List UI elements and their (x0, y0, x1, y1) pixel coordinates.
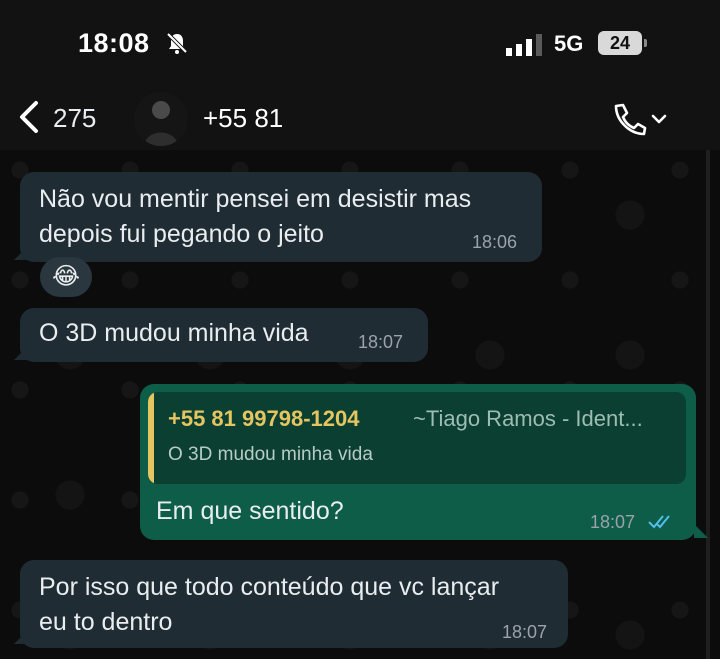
phone-icon[interactable] (610, 102, 668, 136)
battery-level: 24 (598, 31, 642, 55)
message-bubble-incoming[interactable]: O 3D mudou minha vida 18:07 (20, 308, 428, 362)
chevron-down-icon (651, 114, 667, 124)
avatar[interactable] (134, 92, 188, 146)
avatar-silhouette-icon (144, 101, 178, 146)
quote-author: +55 81 99798-1204 (168, 406, 360, 431)
scrollbar[interactable] (706, 150, 710, 659)
back-unread-count[interactable]: 275 (53, 103, 96, 134)
chat-header: 275 +55 81 (0, 90, 720, 150)
message-line: Em que sentido? (156, 497, 344, 525)
battery-tip (644, 39, 647, 47)
message-time: 18:06 (472, 232, 518, 252)
read-ticks-icon (648, 515, 670, 529)
message-line: Não vou mentir pensei em desistir mas (39, 185, 472, 213)
battery-icon: 24 (598, 31, 648, 55)
message-time: 18:07 (358, 332, 404, 352)
reaction-emoji: 😂 (51, 263, 81, 290)
message-line: Por isso que todo conteúdo que vc lançar (39, 573, 500, 601)
chat-screen: 18:08 5G 24 275 +55 81 Não vou mentir pe… (0, 0, 720, 659)
network-type: 5G (554, 31, 584, 56)
quote-pushname: ~Tiago Ramos - Ident... (413, 406, 643, 431)
quote-text: O 3D mudou minha vida (168, 444, 373, 465)
message-time: 18:07 (590, 512, 636, 532)
message-line: depois fui pegando o jeito (39, 220, 324, 248)
message-line: O 3D mudou minha vida (39, 319, 309, 347)
message-bubble-incoming[interactable]: Por isso que todo conteúdo que vc lançar… (20, 560, 568, 648)
quoted-message[interactable]: +55 81 99798-1204 ~Tiago Ramos - Ident..… (148, 392, 686, 484)
status-bar: 18:08 5G 24 (0, 0, 720, 90)
contact-name[interactable]: +55 81 (203, 103, 283, 134)
status-time: 18:08 (78, 28, 150, 58)
bell-muted-icon (166, 32, 188, 54)
bubble-tail (694, 524, 708, 538)
message-list[interactable]: Não vou mentir pensei em desistir mas de… (0, 150, 720, 659)
message-bubble-incoming[interactable]: Não vou mentir pensei em desistir mas de… (20, 172, 542, 262)
reaction-badge[interactable]: 😂 (40, 257, 92, 297)
back-chevron-icon[interactable] (14, 98, 44, 136)
message-line: eu to dentro (39, 608, 173, 636)
message-time: 18:07 (502, 622, 548, 642)
quote-accent-bar (148, 392, 154, 484)
signal-icon (506, 34, 542, 56)
